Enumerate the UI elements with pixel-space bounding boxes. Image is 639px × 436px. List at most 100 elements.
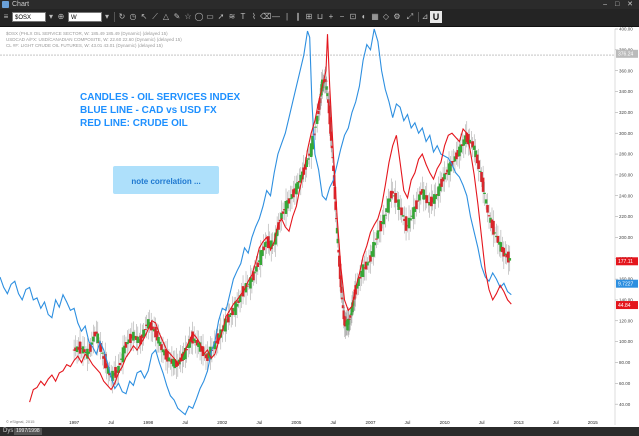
x-tick-label: Jul [553, 420, 559, 425]
candle-body [142, 329, 146, 337]
candle-body [100, 352, 104, 354]
note-text: note correlation ... [131, 177, 200, 186]
grid-icon[interactable]: ▦ [370, 12, 380, 22]
x-tick-label: Jul [479, 420, 485, 425]
zoom-in-icon[interactable]: + [326, 12, 336, 22]
y-tick-label: 360.00 [619, 68, 633, 73]
annotation-red-line: RED LINE: CRUDE OIL [80, 118, 188, 129]
clock-icon[interactable]: ◷ [128, 12, 138, 22]
trendline-icon[interactable]: ⟋ [150, 12, 160, 22]
candle-body [409, 218, 412, 221]
chart-menu-icon[interactable]: ≡ [1, 12, 11, 22]
y-tick-label: 120.00 [619, 318, 633, 323]
rectangle-icon[interactable]: ▭ [205, 12, 215, 22]
x-tick-label: Jul [405, 420, 411, 425]
x-tick-label: Jul [108, 420, 114, 425]
brush-icon[interactable]: ⌇ [249, 12, 259, 22]
x-tick-label: Jul [331, 420, 337, 425]
star-icon[interactable]: ☆ [183, 12, 193, 22]
candle-body [118, 362, 122, 366]
refresh-icon[interactable]: ↻ [117, 12, 127, 22]
candle-body [502, 247, 506, 257]
candle-body [507, 251, 510, 263]
candle-body [167, 357, 171, 361]
x-tick-label: Jul [182, 420, 188, 425]
lock-icon[interactable]: ⊡ [348, 12, 358, 22]
chart-panel[interactable]: 400.00380.00360.00340.00320.00300.00280.… [0, 27, 639, 427]
candle-body [400, 207, 403, 216]
candle-body [493, 232, 497, 234]
fibonacci-icon[interactable]: ≋ [227, 12, 237, 22]
y-tick-label: 220.00 [619, 214, 633, 219]
visibility-icon[interactable]: ◐ [359, 12, 369, 22]
x-tick-label: 1998 [143, 420, 154, 425]
pencil-icon[interactable]: ✎ [172, 12, 182, 22]
chart-toolbar: ≡ $OSX ▾ ⊕ W ▾ ↻ ◷ ↖ ⟋ △ ✎ ☆ ◯ ▭ ➚ ≋ T ⌇… [0, 9, 639, 27]
candle-body [235, 303, 239, 307]
pin-icon[interactable]: ⊿ [420, 12, 430, 22]
x-tick-label: 2010 [440, 420, 451, 425]
vline-icon[interactable]: | [282, 12, 292, 22]
price-tag-label: 376.24 [618, 52, 634, 58]
candle-body [87, 351, 91, 354]
candle-body [416, 200, 420, 202]
symbol-input[interactable]: $OSX [12, 12, 46, 22]
expand-icon[interactable]: ⤢ [405, 12, 415, 22]
magnet-icon[interactable]: ⊔ [315, 12, 325, 22]
candle-body [376, 230, 380, 239]
eraser-icon[interactable]: ⌫ [260, 12, 271, 22]
user-button[interactable]: U [430, 11, 442, 23]
legend-cad: USDCAD A/FX: USD/CANADIAN COMPOSITE, W: … [6, 37, 182, 42]
bottom-bar-label: Dys [3, 428, 14, 434]
candle-body [160, 344, 163, 351]
candle-body [391, 191, 395, 194]
legend-crude: CL #F: LIGHT CRUDE OIL FUTURES, W: 43.01… [6, 43, 163, 48]
candle-body [255, 266, 258, 272]
shape-icon[interactable]: △ [161, 12, 171, 22]
x-tick-label: 1997 [69, 420, 80, 425]
circle-icon[interactable]: ◯ [194, 12, 204, 22]
chart-canvas[interactable]: 400.00380.00360.00340.00320.00300.00280.… [0, 27, 639, 427]
measure-icon[interactable]: ⊞ [304, 12, 314, 22]
candle-body [361, 264, 365, 278]
date-range-field[interactable]: 1997/1998 [14, 428, 42, 435]
candle-body [388, 198, 392, 202]
cursor-icon[interactable]: ↖ [139, 12, 149, 22]
candle-body [234, 301, 237, 315]
candle-body [472, 145, 476, 150]
hline-icon[interactable]: — [271, 12, 281, 22]
period-input[interactable]: W [68, 12, 102, 22]
y-tick-label: 400.00 [619, 27, 633, 32]
candle-body [306, 158, 310, 160]
title-bar: Chart ‒ □ ✕ [0, 0, 639, 9]
x-tick-label: 2002 [217, 420, 228, 425]
settings-icon[interactable]: ⚙ [392, 12, 402, 22]
candle-body [228, 315, 231, 318]
candle-body [477, 160, 480, 170]
link-icon[interactable]: ⊕ [56, 12, 66, 22]
candle-body [296, 181, 300, 189]
y-tick-label: 40.00 [619, 402, 631, 407]
candle-body [96, 333, 100, 344]
candle-body [262, 246, 266, 251]
text-tool-icon[interactable]: T [238, 12, 248, 22]
candle-body [314, 126, 317, 128]
channel-icon[interactable]: ∥ [293, 12, 303, 22]
layers-icon[interactable]: ◇ [381, 12, 391, 22]
symbol-dropdown-icon[interactable]: ▾ [46, 12, 56, 22]
candle-body [425, 195, 429, 204]
x-tick-label: Jul [256, 420, 262, 425]
window-controls[interactable]: ‒ □ ✕ [603, 0, 636, 9]
period-dropdown-icon[interactable]: ▾ [102, 12, 112, 22]
x-axis: 1997 Jul 1998 Jul 2002 Jul 2005 Jul 2007 Jul 2010 J… [69, 420, 598, 425]
arrow-icon[interactable]: ➚ [216, 12, 226, 22]
zoom-out-icon[interactable]: − [337, 12, 347, 22]
candle-body [401, 215, 405, 217]
candle-body [444, 172, 448, 175]
candle-body [404, 216, 408, 231]
y-tick-label: 240.00 [619, 193, 633, 198]
annotation-candles: CANDLES - OIL SERVICES INDEX [80, 92, 241, 103]
candle-body [375, 238, 378, 240]
candle-body [367, 261, 371, 263]
candle-body [434, 194, 437, 200]
